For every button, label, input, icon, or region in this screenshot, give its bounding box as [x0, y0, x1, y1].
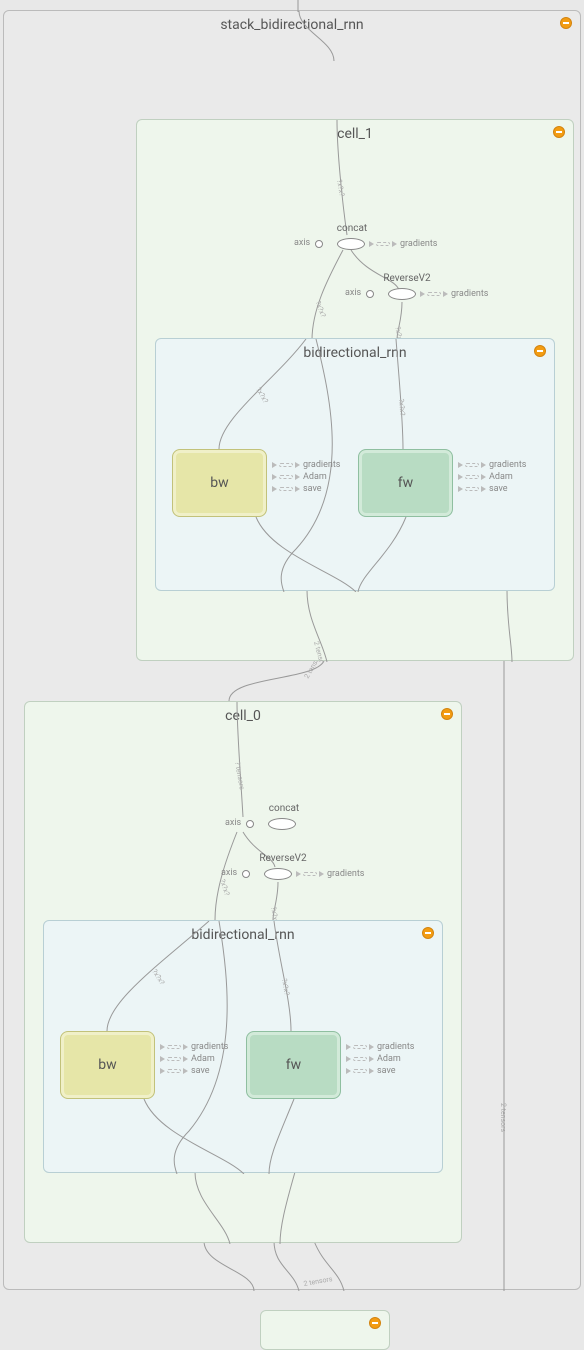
axis-input [315, 240, 323, 248]
axis-label: axis [345, 288, 361, 298]
fw-out-adam: Adam [346, 1054, 401, 1064]
fw-out-save: save [458, 484, 508, 494]
reverse-node[interactable] [264, 868, 292, 880]
collapse-icon[interactable] [422, 927, 434, 939]
cell-0-title: cell_0 [25, 708, 461, 724]
svg-text:?x?x?: ?x?x? [150, 968, 166, 987]
fw-out-save: save [346, 1066, 396, 1076]
svg-text:?x?x?: ?x?x? [314, 300, 328, 319]
bw-label: bw [98, 1057, 116, 1073]
scope-cell-1[interactable]: cell_1 ?x?x? ?x?x? ?x?x? 2 tensors conca… [136, 119, 574, 661]
out-label: gradients [489, 460, 526, 470]
out-label: gradients [327, 869, 364, 879]
fw-out-gradients: gradients [458, 460, 526, 470]
scope-birnn-0[interactable]: bidirectional_rnn ?x?x? ?x?x? bw gradien… [43, 920, 443, 1173]
scope-title: stack_bidirectional_rnn [4, 17, 580, 33]
out-label: gradients [451, 289, 488, 299]
bw-out-gradients: gradients [272, 460, 340, 470]
collapse-icon[interactable] [560, 17, 572, 29]
out-label: save [489, 484, 508, 494]
bw-out-adam: Adam [160, 1054, 215, 1064]
out-label: Adam [191, 1054, 215, 1064]
fw-label: fw [398, 475, 413, 491]
scope-stack-bidirectional-rnn[interactable]: stack_bidirectional_rnn 2 tensors 2 tens… [3, 10, 581, 1290]
reverse-out-gradients: gradients [420, 289, 488, 299]
out-label: gradients [400, 239, 437, 249]
svg-text:2 tensors: 2 tensors [312, 640, 327, 662]
bw-label: bw [210, 475, 228, 491]
out-label: Adam [377, 1054, 401, 1064]
svg-text:2 tensors: 2 tensors [499, 1103, 507, 1133]
collapse-icon[interactable] [534, 345, 546, 357]
fw-out-adam: Adam [458, 472, 513, 482]
fw-label: fw [286, 1057, 301, 1073]
fw-node[interactable]: fw [358, 449, 453, 517]
cell-1-title: cell_1 [137, 126, 573, 142]
out-label: Adam [489, 472, 513, 482]
out-label: gradients [191, 1042, 228, 1052]
concat-node[interactable] [337, 238, 365, 250]
bw-out-adam: Adam [272, 472, 327, 482]
scope-cell-0[interactable]: cell_0 ? tensors ?x?x? ?x?x? concat axis… [24, 701, 462, 1243]
out-label: Adam [303, 472, 327, 482]
reverse-label: ReverseV2 [377, 273, 437, 284]
reverse-label: ReverseV2 [253, 853, 313, 864]
bw-out-save: save [160, 1066, 210, 1076]
bw-node[interactable]: bw [60, 1031, 155, 1099]
reverse-out-gradients: gradients [296, 869, 364, 879]
birnn-1-title: bidirectional_rnn [156, 345, 554, 361]
svg-text:?x?x?: ?x?x? [397, 398, 407, 416]
svg-text:?x?x?: ?x?x? [335, 179, 346, 198]
svg-text:?x?x?: ?x?x? [280, 978, 291, 997]
concat-node[interactable] [268, 818, 296, 830]
fw-node[interactable]: fw [246, 1031, 341, 1099]
svg-text:?x?x?: ?x?x? [254, 386, 270, 405]
out-label: save [377, 1066, 396, 1076]
out-label: gradients [377, 1042, 414, 1052]
bw-out-gradients: gradients [160, 1042, 228, 1052]
collapse-icon[interactable] [553, 126, 565, 138]
out-label: save [303, 484, 322, 494]
svg-text:2 tensors: 2 tensors [303, 1275, 333, 1288]
reverse-node[interactable] [388, 288, 416, 300]
axis-label: axis [221, 868, 237, 878]
scope-bottom-partial[interactable] [260, 1310, 390, 1350]
axis-input [242, 870, 250, 878]
concat-label: concat [259, 803, 309, 814]
axis-input [366, 290, 374, 298]
axis-label: axis [294, 238, 310, 248]
collapse-icon[interactable] [441, 708, 453, 720]
axis-input [246, 820, 254, 828]
concat-label: concat [327, 223, 377, 234]
svg-text:? tensors: ? tensors [233, 761, 246, 791]
bw-node[interactable]: bw [172, 449, 267, 517]
svg-text:?x?x?: ?x?x? [218, 878, 231, 897]
axis-label: axis [225, 818, 241, 828]
concat-out-gradients: gradients [369, 239, 437, 249]
out-label: gradients [303, 460, 340, 470]
birnn-0-title: bidirectional_rnn [44, 927, 442, 943]
collapse-icon[interactable] [369, 1317, 381, 1329]
bw-out-save: save [272, 484, 322, 494]
out-label: save [191, 1066, 210, 1076]
fw-out-gradients: gradients [346, 1042, 414, 1052]
scope-birnn-1[interactable]: bidirectional_rnn ?x?x? ?x?x? bw gradien… [155, 338, 555, 591]
